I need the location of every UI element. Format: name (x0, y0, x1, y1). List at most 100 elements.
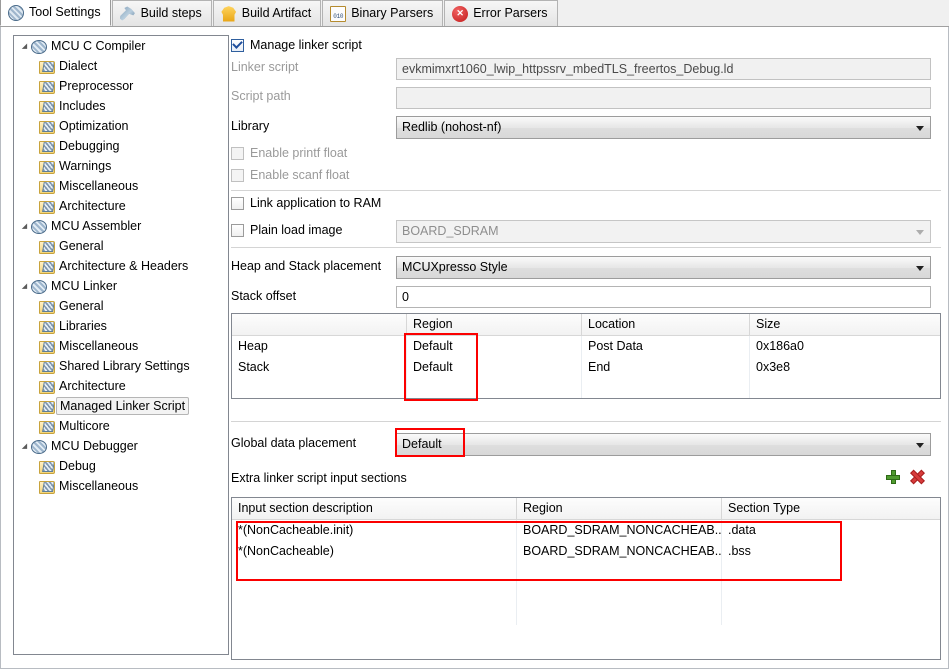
table-row[interactable]: Heap Default Post Data 0x186a0 (232, 336, 940, 357)
heap-stack-placement-combo[interactable]: MCUXpresso Style (396, 256, 931, 279)
table-cell-location[interactable]: End (582, 357, 750, 378)
table-row[interactable]: *(NonCacheable) BOARD_SDRAM_NONCACHEAB...… (232, 541, 940, 562)
table-cell-type[interactable] (722, 562, 940, 583)
table-cell-desc[interactable] (232, 562, 517, 583)
chevron-down-icon[interactable]: ◢ (18, 442, 31, 450)
plain-load-image-combo[interactable]: BOARD_SDRAM (396, 220, 931, 243)
table-cell-name[interactable]: Heap (232, 336, 407, 357)
enable-scanf-float-checkbox[interactable] (231, 168, 244, 182)
table-cell-type[interactable]: .data (722, 520, 940, 541)
column-header[interactable]: Region (517, 498, 722, 519)
tree-item-general[interactable]: General (14, 296, 228, 316)
table-cell-size[interactable] (750, 378, 940, 398)
manage-linker-script-checkbox[interactable] (231, 38, 244, 52)
column-header[interactable]: Size (750, 314, 940, 335)
table-cell-name[interactable]: Stack (232, 357, 407, 378)
manage-linker-script-row[interactable]: Manage linker script (231, 38, 362, 52)
tree-item-miscellaneous[interactable]: Miscellaneous (14, 336, 228, 356)
tree-item-architecture-headers[interactable]: Architecture & Headers (14, 256, 228, 276)
chevron-down-icon (916, 229, 924, 235)
table-cell-desc[interactable] (232, 583, 517, 604)
library-combo[interactable]: Redlib (nohost-nf) (396, 116, 931, 139)
table-row[interactable]: *(NonCacheable.init) BOARD_SDRAM_NONCACHE… (232, 520, 940, 541)
tree-item-includes[interactable]: Includes (14, 96, 228, 116)
tab-binary-parsers[interactable]: Binary Parsers (322, 0, 444, 26)
delete-x-icon[interactable] (910, 470, 924, 484)
table-row[interactable]: Stack Default End 0x3e8 (232, 357, 940, 378)
table-cell-region[interactable]: BOARD_SDRAM_NONCACHEAB... (517, 520, 722, 541)
tree-item-miscellaneous[interactable]: Miscellaneous (14, 176, 228, 196)
tab-build-steps[interactable]: Build steps (111, 0, 212, 26)
table-cell-size[interactable]: 0x3e8 (750, 357, 940, 378)
table-cell-region[interactable] (407, 378, 582, 398)
table-cell-name[interactable] (232, 378, 407, 398)
column-header[interactable] (232, 314, 407, 335)
table-cell-region[interactable] (517, 583, 722, 604)
chevron-down-icon[interactable]: ◢ (18, 282, 31, 290)
enable-printf-float-row[interactable]: Enable printf float (231, 146, 347, 160)
enable-scanf-float-row[interactable]: Enable scanf float (231, 168, 349, 182)
column-header[interactable]: Input section description (232, 498, 517, 519)
tree-item-architecture[interactable]: Architecture (14, 376, 228, 396)
table-cell-region[interactable]: Default (407, 336, 582, 357)
table-cell-location[interactable] (582, 378, 750, 398)
tree-item-mcu-assembler[interactable]: ◢ MCU Assembler (14, 216, 228, 236)
tree-item-general[interactable]: General (14, 236, 228, 256)
tree-item-mcu-c-compiler[interactable]: ◢ MCU C Compiler (14, 36, 228, 56)
tree-item-managed-linker-script[interactable]: Managed Linker Script (14, 396, 228, 416)
tree-item-shared-library-settings[interactable]: Shared Library Settings (14, 356, 228, 376)
plain-load-image-row[interactable]: Plain load image (231, 223, 342, 237)
tree-item-multicore[interactable]: Multicore (14, 416, 228, 436)
table-cell-type[interactable] (722, 583, 940, 604)
tree-item-label: Optimization (59, 119, 129, 133)
table-row[interactable] (232, 562, 940, 583)
table-cell-location[interactable]: Post Data (582, 336, 750, 357)
column-header[interactable]: Region (407, 314, 582, 335)
link-application-to-ram-row[interactable]: Link application to RAM (231, 196, 381, 210)
tree-item-architecture[interactable]: Architecture (14, 196, 228, 216)
tab-error-parsers[interactable]: Error Parsers (444, 0, 558, 26)
table-cell-region[interactable] (517, 604, 722, 625)
stack-offset-input[interactable]: 0 (396, 286, 931, 308)
tree-item-mcu-debugger[interactable]: ◢ MCU Debugger (14, 436, 228, 456)
table-cell-desc[interactable]: *(NonCacheable) (232, 541, 517, 562)
table-row[interactable] (232, 604, 940, 625)
column-header[interactable]: Location (582, 314, 750, 335)
tree-item-preprocessor[interactable]: Preprocessor (14, 76, 228, 96)
global-data-placement-combo[interactable]: Default (396, 433, 931, 456)
table-cell-desc[interactable]: *(NonCacheable.init) (232, 520, 517, 541)
chevron-down-icon[interactable]: ◢ (18, 222, 31, 230)
tree-item-debugging[interactable]: Debugging (14, 136, 228, 156)
table-row[interactable] (232, 378, 940, 398)
linker-script-input[interactable]: evkmimxrt1060_lwip_httpssrv_mbedTLS_free… (396, 58, 931, 80)
tree-item-warnings[interactable]: Warnings (14, 156, 228, 176)
link-application-to-ram-checkbox[interactable] (231, 196, 244, 210)
enable-printf-float-checkbox[interactable] (231, 146, 244, 160)
script-path-input[interactable] (396, 87, 931, 109)
heap-stack-table[interactable]: Region Location Size Heap Default Post Data 0x… (231, 313, 941, 399)
tree-item-debug[interactable]: Debug (14, 456, 228, 476)
tree-item-miscellaneous[interactable]: Miscellaneous (14, 476, 228, 496)
settings-tree[interactable]: ◢ MCU C Compiler Dialect Preprocessor Includ… (13, 35, 229, 655)
table-cell-region[interactable]: Default (407, 357, 582, 378)
table-cell-type[interactable] (722, 604, 940, 625)
tree-item-libraries[interactable]: Libraries (14, 316, 228, 336)
table-cell-type[interactable]: .bss (722, 541, 940, 562)
table-cell-desc[interactable] (232, 604, 517, 625)
table-row[interactable] (232, 583, 940, 604)
column-header[interactable]: Section Type (722, 498, 940, 519)
tab-build-artifact[interactable]: Build Artifact (212, 0, 322, 26)
plain-load-image-checkbox[interactable] (231, 223, 244, 237)
folder-icon (39, 180, 55, 194)
table-cell-region[interactable]: BOARD_SDRAM_NONCACHEAB... (517, 541, 722, 562)
extra-sections-table[interactable]: Input section description Region Section T… (231, 497, 941, 660)
tree-item-mcu-linker[interactable]: ◢ MCU Linker (14, 276, 228, 296)
chevron-down-icon[interactable]: ◢ (18, 42, 31, 50)
tree-item-optimization[interactable]: Optimization (14, 116, 228, 136)
tree-item-dialect[interactable]: Dialect (14, 56, 228, 76)
table-cell-region[interactable] (517, 562, 722, 583)
sections-toolbar (886, 470, 924, 484)
tab-tool-settings[interactable]: Tool Settings (0, 0, 111, 26)
plus-icon[interactable] (886, 470, 900, 484)
table-cell-size[interactable]: 0x186a0 (750, 336, 940, 357)
